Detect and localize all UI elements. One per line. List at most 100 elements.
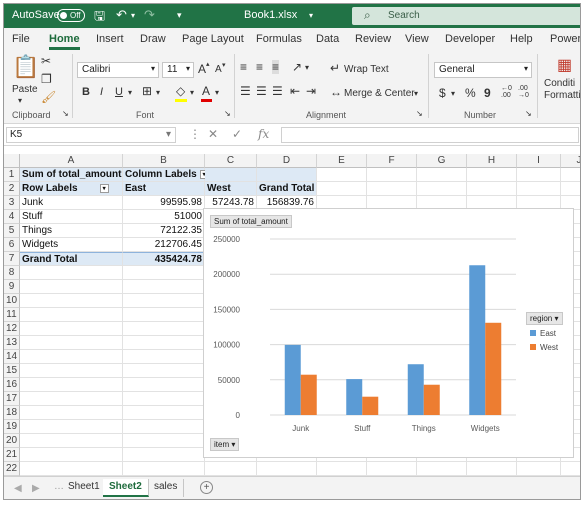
row-label-junk[interactable]: Junk (20, 196, 123, 210)
grid-cell[interactable] (561, 168, 580, 182)
grid-cell[interactable] (123, 294, 205, 308)
grid-cell[interactable] (467, 168, 517, 182)
grid-cell[interactable] (561, 462, 580, 476)
shrink-font-button[interactable]: A (215, 64, 222, 75)
tab-help[interactable]: Help (510, 33, 533, 45)
cut-icon[interactable]: ✂ (41, 54, 51, 68)
grid-cell[interactable] (205, 462, 257, 476)
tab-formulas[interactable]: Formulas (256, 33, 302, 45)
align-bottom-icon[interactable]: ≡ (272, 60, 280, 74)
row-labels-cell[interactable]: Row Labels ▾ (20, 182, 123, 196)
widgets-east[interactable]: 212706.45 (123, 238, 205, 252)
row-header-4[interactable]: 4 (4, 210, 20, 224)
grid-cell[interactable] (20, 350, 123, 364)
row-header-5[interactable]: 5 (4, 224, 20, 238)
grid-cell[interactable] (20, 406, 123, 420)
row-header-15[interactable]: 15 (4, 364, 20, 378)
merge-center-button[interactable]: Merge & Center (344, 88, 415, 99)
column-header-i[interactable]: I (517, 154, 561, 168)
worksheet-grid[interactable]: ABCDEFGHIJ 1 2 3 4 5 6 7 8 9 10 11 12 13 14 15 16 17 18 19… (4, 146, 580, 476)
grid-cell[interactable] (561, 182, 580, 196)
grid-cell[interactable] (367, 462, 417, 476)
grid-cell[interactable] (123, 322, 205, 336)
grid-cell[interactable] (123, 406, 205, 420)
sheet-tab-sheet2[interactable]: Sheet2 (103, 479, 149, 497)
row-header-8[interactable]: 8 (4, 266, 20, 280)
row-header-6[interactable]: 6 (4, 238, 20, 252)
row-header-2[interactable]: 2 (4, 182, 20, 196)
grid-cell[interactable] (517, 168, 561, 182)
column-header-b[interactable]: B (123, 154, 205, 168)
value-field-button[interactable]: Sum of total_amount (210, 215, 292, 228)
grow-font-button[interactable]: A (198, 62, 206, 76)
comma-button[interactable]: 9 (484, 86, 491, 100)
font-size-select[interactable]: 11 ▾ (162, 62, 194, 78)
row-header-13[interactable]: 13 (4, 336, 20, 350)
formula-input[interactable] (281, 127, 579, 143)
grid-cell[interactable] (20, 448, 123, 462)
grid-cell[interactable] (20, 434, 123, 448)
column-header-f[interactable]: F (367, 154, 417, 168)
cell-c1[interactable] (205, 168, 257, 182)
format-painter-icon[interactable]: 🖌 (41, 90, 56, 104)
stuff-east[interactable]: 51000 (123, 210, 205, 224)
pivot-title[interactable]: Sum of total_amount (20, 168, 123, 182)
tab-data[interactable]: Data (316, 33, 339, 45)
grand-total-label[interactable]: Grand Total (20, 252, 123, 266)
row-header-7[interactable]: 7 (4, 252, 20, 266)
align-middle-icon[interactable]: ≡ (256, 60, 263, 74)
conditional-label[interactable]: Conditi (544, 78, 575, 89)
tab-developer[interactable]: Developer (445, 33, 495, 45)
grid-cell[interactable] (367, 182, 417, 196)
italic-button[interactable]: I (100, 86, 103, 98)
copy-icon[interactable]: ❐ (41, 72, 52, 86)
grid-cell[interactable] (123, 434, 205, 448)
row-header-3[interactable]: 3 (4, 196, 20, 210)
grid-cell[interactable] (123, 462, 205, 476)
number-launcher-icon[interactable]: ↘ (525, 109, 532, 118)
column-labels-cell[interactable]: Column Labels▾ (123, 168, 209, 182)
grid-cell[interactable] (317, 182, 367, 196)
customize-icon[interactable]: ▾ (177, 10, 182, 21)
things-east[interactable]: 72122.35 (123, 224, 205, 238)
grid-cell[interactable] (123, 280, 205, 294)
fill-color-icon[interactable]: ◇ (176, 84, 185, 98)
grid-cell[interactable] (517, 182, 561, 196)
row-header-22[interactable]: 22 (4, 462, 20, 476)
redo-icon[interactable]: ↷ (144, 7, 155, 23)
grid-cell[interactable] (317, 462, 367, 476)
grand-total-header[interactable]: Grand Total (257, 182, 317, 196)
row-label-stuff[interactable]: Stuff (20, 210, 123, 224)
tab-page-layout[interactable]: Page Layout (182, 33, 244, 45)
grid-cell[interactable] (467, 182, 517, 196)
row-label-widgets[interactable]: Widgets (20, 238, 123, 252)
row-header-18[interactable]: 18 (4, 406, 20, 420)
currency-button[interactable]: $ (439, 86, 446, 100)
column-header-a[interactable]: A (20, 154, 123, 168)
column-header-j[interactable]: J (561, 154, 580, 168)
grid-cell[interactable] (123, 266, 205, 280)
grid-cell[interactable] (20, 308, 123, 322)
orientation-dropdown-icon[interactable]: ▾ (305, 63, 309, 72)
column-header-c[interactable]: C (205, 154, 257, 168)
underline-button[interactable]: U (115, 86, 123, 98)
row-header-21[interactable]: 21 (4, 448, 20, 462)
row-header-19[interactable]: 19 (4, 420, 20, 434)
sheet-tab-sales[interactable]: sales (148, 479, 185, 497)
tab-draw[interactable]: Draw (140, 33, 166, 45)
filter-dropdown-icon[interactable]: ▾ (99, 183, 109, 193)
grid-cell[interactable] (257, 462, 317, 476)
merge-dropdown-icon[interactable]: ▾ (414, 89, 418, 98)
tab-power[interactable]: Power (550, 33, 580, 45)
select-all-corner[interactable] (4, 154, 20, 168)
grid-cell[interactable] (417, 462, 467, 476)
search-box[interactable]: ⌕ Search (352, 7, 580, 25)
alignment-launcher-icon[interactable]: ↘ (416, 109, 423, 118)
grid-cell[interactable] (123, 336, 205, 350)
clipboard-launcher-icon[interactable]: ↘ (62, 109, 69, 118)
font-launcher-icon[interactable]: ↘ (224, 109, 231, 118)
undo-icon[interactable]: ↶ (116, 7, 127, 23)
row-header-12[interactable]: 12 (4, 322, 20, 336)
legend-field-button[interactable]: region ▾ (526, 312, 563, 325)
grid-cell[interactable] (417, 168, 467, 182)
